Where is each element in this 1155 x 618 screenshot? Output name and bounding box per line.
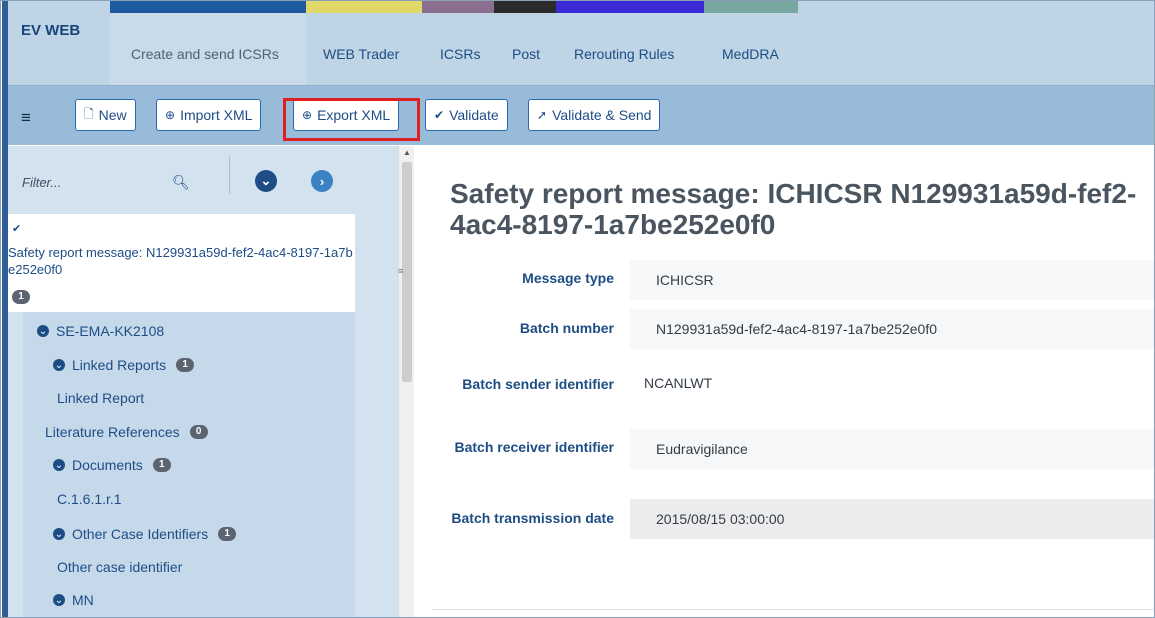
- tree-node-linked-report[interactable]: Linked Report: [57, 390, 144, 406]
- tree-node-literature-references[interactable]: Literature References 0: [45, 424, 208, 440]
- chevron-down-icon[interactable]: ⌄: [53, 528, 65, 540]
- tree-node-label: Linked Reports: [72, 357, 167, 373]
- filter-row: Filter... 🔍︎ ⌄ ›: [8, 146, 398, 214]
- nav-rerouting-rules[interactable]: Rerouting Rules: [574, 46, 674, 62]
- tree-node-other-case-identifiers[interactable]: ⌄ Other Case Identifiers 1: [53, 526, 237, 542]
- nav-create-send-icsrs[interactable]: Create and send ICSRs: [131, 46, 279, 62]
- section-divider: [432, 609, 1154, 610]
- tree-node-label: Documents: [72, 457, 143, 473]
- tree-node-documents[interactable]: ⌄ Documents 1: [53, 457, 171, 473]
- count-badge: 1: [152, 458, 171, 472]
- tree-node-mn[interactable]: ⌄ MN: [53, 592, 94, 608]
- nav-icsrs[interactable]: ICSRs: [440, 46, 480, 62]
- tree-node-label: MN: [72, 592, 94, 608]
- validate-label: Validate: [449, 107, 499, 123]
- checkmark-icon: ✔: [434, 108, 445, 122]
- tree-node-other-case-identifier[interactable]: Other case identifier: [57, 559, 182, 575]
- scroll-up-icon[interactable]: ▲: [403, 148, 411, 157]
- tree-node-label: C.1.6.1.r.1: [57, 491, 122, 507]
- tree-root-node[interactable]: ✔ Safety report message: N129931a59d-fef…: [8, 214, 355, 312]
- new-button[interactable]: 🗋 New: [75, 99, 136, 131]
- chevron-down-icon[interactable]: ✔: [12, 222, 21, 235]
- tab-stripe: [110, 1, 306, 13]
- import-icon: ⊕: [165, 108, 176, 122]
- batch-sender-identifier-label: Batch sender identifier: [462, 376, 614, 392]
- tab-stripe: [704, 1, 798, 13]
- export-xml-highlight: [283, 98, 420, 141]
- tab-stripe: [422, 1, 494, 13]
- sidebar-scrollbar[interactable]: ▲: [398, 146, 414, 617]
- tree-node-label: Linked Report: [57, 390, 145, 406]
- tree-node-label: Other Case Identifiers: [72, 526, 209, 542]
- filter-input[interactable]: Filter...: [22, 175, 61, 190]
- tree-node-label: Other case identifier: [57, 559, 183, 575]
- tree-root-label: Safety report message: N129931a59d-fef2-…: [8, 245, 353, 277]
- tree-node-linked-reports[interactable]: ⌄ Linked Reports 1: [53, 357, 195, 373]
- batch-transmission-date-value: 2015/08/15 03:00:00: [630, 499, 1154, 539]
- validate-send-label: Validate & Send: [552, 107, 652, 123]
- divider: [229, 156, 230, 194]
- count-badge: 1: [218, 527, 237, 541]
- nav-post[interactable]: Post: [512, 46, 540, 62]
- brand-link[interactable]: EV WEB: [21, 22, 80, 39]
- tree-node-label: Literature References: [45, 424, 180, 440]
- chevron-down-icon[interactable]: ⌄: [53, 459, 65, 471]
- paper-plane-icon: ➚: [537, 108, 548, 122]
- tab-stripe: [306, 1, 422, 13]
- new-button-label: New: [98, 107, 127, 123]
- batch-number-value: N129931a59d-fef2-4ac4-8197-1a7be252e0f0: [630, 309, 1154, 349]
- import-xml-label: Import XML: [180, 107, 253, 123]
- chevron-down-icon[interactable]: ⌄: [53, 594, 65, 606]
- menu-icon[interactable]: ≡: [21, 108, 31, 128]
- import-xml-button[interactable]: ⊕ Import XML: [156, 99, 262, 131]
- validate-button[interactable]: ✔ Validate: [425, 99, 508, 131]
- message-type-label: Message type: [522, 270, 614, 286]
- batch-sender-identifier-value: NCANLWT: [630, 363, 1154, 403]
- detail-panel: Safety report message: ICHICSR N129931a5…: [414, 146, 1154, 617]
- count-badge: 0: [189, 425, 208, 439]
- chevron-down-icon[interactable]: ⌄: [53, 359, 65, 371]
- validate-send-button[interactable]: ➚ Validate & Send: [528, 99, 661, 131]
- tree-node-se-ema-kk2108[interactable]: ⌄ SE-EMA-KK2108: [37, 323, 164, 339]
- splitter-grip-icon[interactable]: ≡: [398, 266, 403, 276]
- toolbar: ≡ 🗋 New ⊕ Import XML ⊕ Export XML ✔ Vali…: [8, 85, 1154, 145]
- tree-node-label: SE-EMA-KK2108: [56, 323, 165, 339]
- nav-web-trader[interactable]: WEB Trader: [323, 46, 399, 62]
- chevron-right-icon[interactable]: ›: [311, 170, 333, 192]
- search-icon[interactable]: 🔍︎: [172, 174, 190, 191]
- batch-receiver-identifier-label: Batch receiver identifier: [454, 439, 614, 455]
- tree-node-c-1-6-1-r-1[interactable]: C.1.6.1.r.1: [57, 491, 122, 507]
- sidebar-tree: Filter... 🔍︎ ⌄ › ✔ Safety report message…: [8, 146, 398, 617]
- scroll-thumb[interactable]: [402, 162, 412, 382]
- count-badge: 1: [12, 290, 30, 304]
- expand-all-icon[interactable]: ⌄: [255, 170, 277, 192]
- tab-stripe: [556, 1, 704, 13]
- tab-stripe: [494, 1, 556, 13]
- page-title: Safety report message: ICHICSR N129931a5…: [450, 178, 1137, 240]
- chevron-down-icon[interactable]: ⌄: [37, 325, 49, 337]
- batch-number-label: Batch number: [519, 320, 614, 336]
- nav-meddra[interactable]: MedDRA: [722, 46, 779, 62]
- count-badge: 1: [176, 358, 195, 372]
- file-icon: 🗋: [84, 106, 94, 121]
- batch-receiver-identifier-value: Eudravigilance: [630, 429, 1154, 469]
- batch-transmission-date-label: Batch transmission date: [451, 510, 614, 526]
- app-window: EV WEB Create and send ICSRs WEB Trader …: [0, 0, 1155, 618]
- message-type-value: ICHICSR: [630, 260, 1154, 300]
